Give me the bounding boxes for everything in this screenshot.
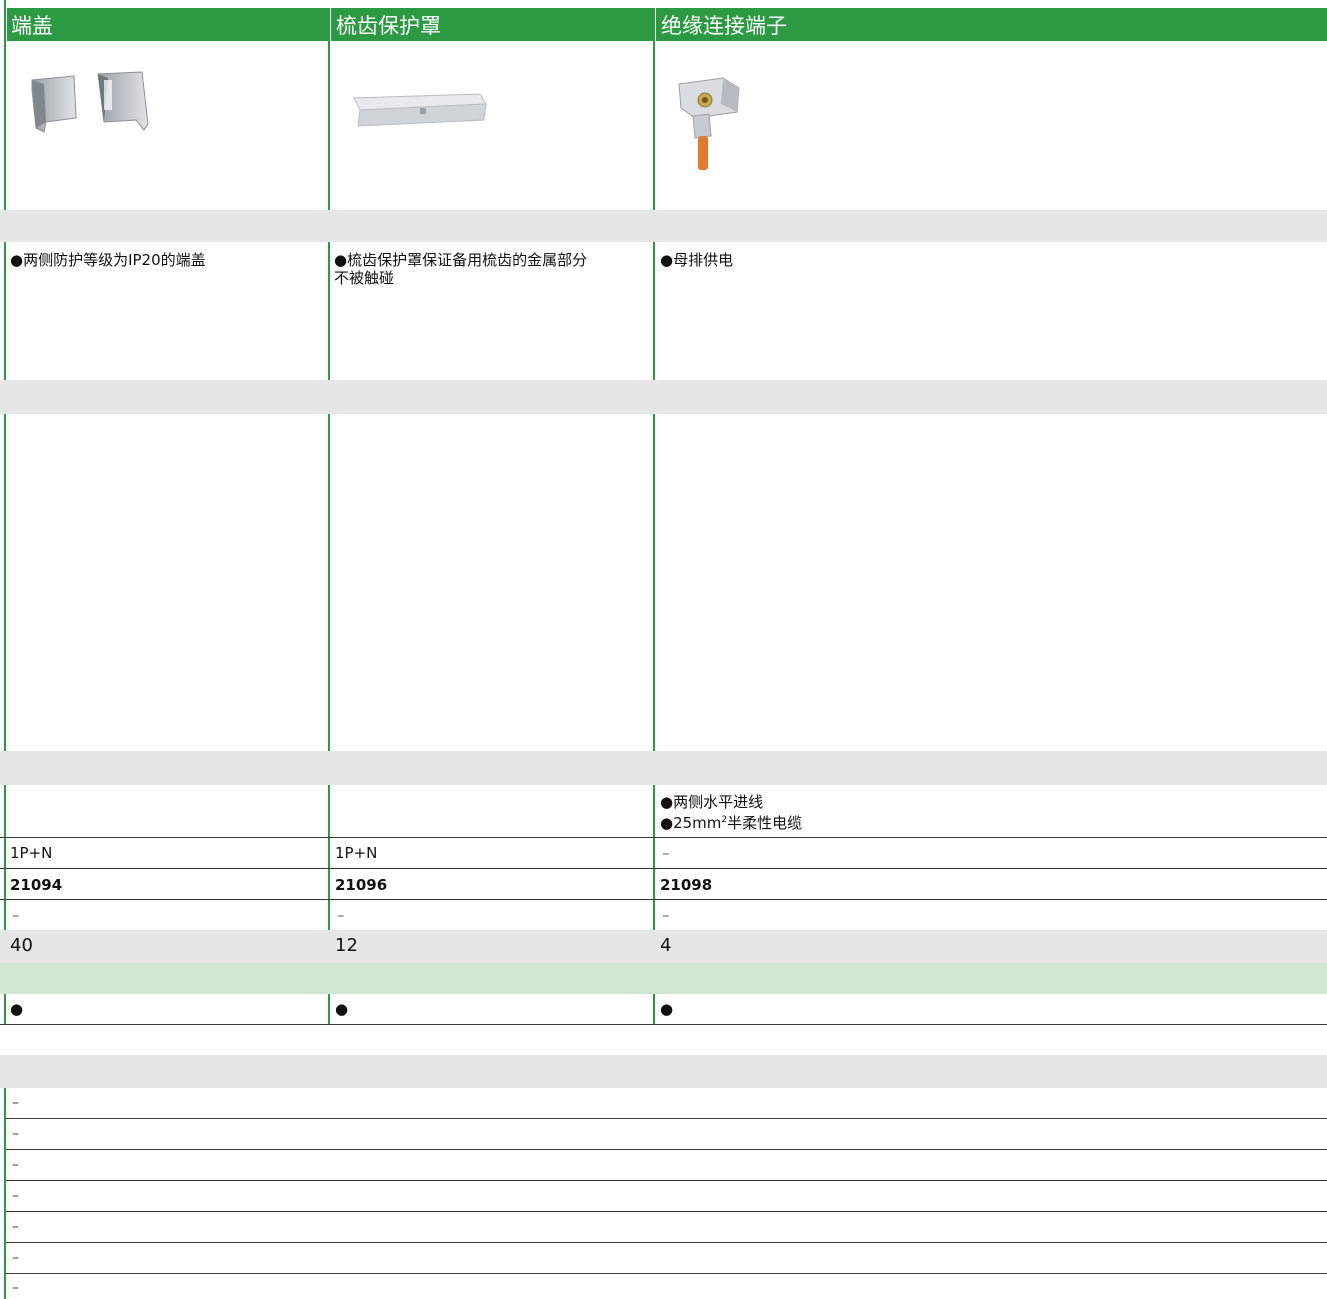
column-line-1 xyxy=(4,0,6,1025)
header-title-end-cover: 端盖 xyxy=(11,14,53,38)
qty-col3: 4 xyxy=(660,935,672,956)
section-band-1 xyxy=(0,210,1327,242)
poles-col3: – xyxy=(662,844,670,862)
row-rule-1 xyxy=(0,837,1327,838)
lower-section-band xyxy=(0,1055,1327,1088)
lower-dash-3: – xyxy=(12,1157,19,1173)
row-rule-2 xyxy=(0,868,1327,869)
header-title-insulated-terminal: 绝缘连接端子 xyxy=(661,14,787,38)
dot-col2: ● xyxy=(335,1000,349,1018)
dot-col3: ● xyxy=(660,1000,674,1018)
lower-column-line xyxy=(4,1088,6,1299)
lower-dash-2: – xyxy=(12,1126,19,1142)
ref-col3: 21098 xyxy=(660,876,713,894)
ref-col2: 21096 xyxy=(335,876,388,894)
other-col1: – xyxy=(12,906,20,924)
section-band-2 xyxy=(0,380,1327,414)
lower-rule-3 xyxy=(6,1180,1327,1181)
row-rule-4 xyxy=(0,1024,1327,1025)
header-title-comb-guard: 梳齿保护罩 xyxy=(336,14,441,38)
end-cover-image xyxy=(31,71,149,133)
lower-rule-5 xyxy=(6,1242,1327,1243)
lower-rule-2 xyxy=(6,1149,1327,1150)
column-line-2 xyxy=(328,8,330,1025)
ref-col1: 21094 xyxy=(10,876,63,894)
feature-cable-prefix: ●25mm xyxy=(660,814,722,832)
lower-rule-4 xyxy=(6,1211,1327,1212)
other-col3: – xyxy=(662,906,670,924)
lower-dash-6: – xyxy=(12,1250,19,1266)
poles-col1: 1P+N xyxy=(10,844,53,862)
lower-rule-1 xyxy=(6,1118,1327,1119)
description-comb-guard-line2: 不被触碰 xyxy=(334,269,395,287)
availability-band xyxy=(0,963,1327,994)
feature-cable: ●25mm2半柔性电缆 xyxy=(660,812,802,831)
feature-horizontal-entry: ●两侧水平进线 xyxy=(660,793,764,811)
dot-col1: ● xyxy=(10,1000,24,1018)
feature-cable-suffix: 半柔性电缆 xyxy=(727,814,803,832)
lower-dash-1: – xyxy=(12,1095,19,1111)
lower-dash-5: – xyxy=(12,1219,19,1235)
lower-rule-6 xyxy=(6,1273,1327,1274)
section-band-3 xyxy=(0,751,1327,785)
qty-col2: 12 xyxy=(335,935,358,956)
comb-guard-image xyxy=(353,93,487,127)
lower-dash-7: – xyxy=(12,1280,19,1296)
header-cell-1 xyxy=(7,8,328,41)
row-rule-3 xyxy=(0,899,1327,900)
insulated-terminal-image xyxy=(678,77,740,170)
qty-col1: 40 xyxy=(10,935,33,956)
column-line-3 xyxy=(653,8,655,1025)
poles-col2: 1P+N xyxy=(335,844,378,862)
description-end-cover: ●两侧防护等级为IP20的端盖 xyxy=(10,251,206,269)
description-insulated-terminal: ●母排供电 xyxy=(660,251,734,269)
description-comb-guard-line1: ●梳齿保护罩保证备用梳齿的金属部分 xyxy=(334,251,588,269)
other-col2: – xyxy=(337,906,345,924)
lower-dash-4: – xyxy=(12,1188,19,1204)
